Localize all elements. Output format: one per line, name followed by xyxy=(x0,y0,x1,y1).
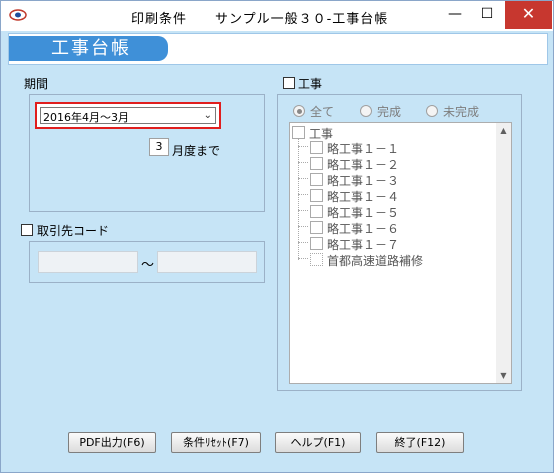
tree-scrollbar[interactable]: ▲ ▼ xyxy=(496,123,511,383)
radio-all[interactable] xyxy=(293,105,305,117)
client-code-to-input[interactable] xyxy=(157,251,257,273)
chevron-down-icon[interactable]: ⌄ xyxy=(204,110,212,121)
close-button[interactable]: ✕ xyxy=(505,1,552,29)
radio-completed[interactable] xyxy=(360,105,372,117)
tree-checkbox[interactable] xyxy=(310,173,323,186)
months-suffix: 月度まで xyxy=(172,144,221,158)
range-tilde: 〜 xyxy=(141,258,155,273)
app-logo-icon xyxy=(9,9,27,21)
period-select-highlight: 2016年4月〜3月 ⌄ xyxy=(35,102,221,129)
print-conditions-window: 印刷条件 サンプル一般３０-工事台帳 — ☐ ✕ 工事台帳 期間 2016年4月… xyxy=(0,0,554,473)
tree-item[interactable]: 略工事１－７ xyxy=(310,236,399,252)
tree-root[interactable]: 工事 xyxy=(292,125,333,141)
scroll-down-icon[interactable]: ▼ xyxy=(496,368,511,383)
scroll-up-icon[interactable]: ▲ xyxy=(496,123,511,138)
minimize-button[interactable]: — xyxy=(441,1,469,29)
tree-checkbox[interactable] xyxy=(310,237,323,250)
tree-item-label: 略工事１－５ xyxy=(327,206,400,220)
construction-checkbox[interactable] xyxy=(283,77,295,89)
tree-item-label: 略工事１－４ xyxy=(327,190,400,204)
radio-selected-dot xyxy=(297,109,302,114)
tree-connector xyxy=(298,210,308,211)
client-code-from-input[interactable] xyxy=(38,251,138,273)
tree-item[interactable]: 略工事１－６ xyxy=(310,220,399,236)
tree-connector xyxy=(298,226,308,227)
tree-connector xyxy=(298,258,308,259)
tree-checkbox[interactable] xyxy=(310,205,323,218)
tree-connector xyxy=(298,194,308,195)
tree-item[interactable]: 略工事１－５ xyxy=(310,204,399,220)
tree-connector xyxy=(298,146,308,147)
pdf-output-button[interactable]: PDF出力(F6) xyxy=(68,432,156,453)
period-select-value: 2016年4月〜3月 xyxy=(43,111,129,124)
tree-connector xyxy=(298,162,308,163)
radio-incomplete[interactable] xyxy=(426,105,438,117)
radio-completed-label: 完成 xyxy=(377,105,402,119)
header-band: 工事台帳 xyxy=(8,33,548,65)
tree-root-label: 工事 xyxy=(309,127,334,141)
tree-item[interactable]: 首都高速道路補修 xyxy=(310,252,423,268)
reset-conditions-button[interactable]: 条件ﾘｾｯﾄ(F7) xyxy=(171,432,261,453)
tree-connector xyxy=(298,178,308,179)
tree-item-label: 略工事１－２ xyxy=(327,158,400,172)
tree-item-label: 略工事１－６ xyxy=(327,222,400,236)
months-spin-input[interactable]: 3 xyxy=(149,138,169,156)
tree-item[interactable]: 略工事１－１ xyxy=(310,140,399,156)
tree-leaf-marker xyxy=(310,253,323,266)
tree-checkbox[interactable] xyxy=(310,141,323,154)
window-title: 印刷条件 サンプル一般３０-工事台帳 xyxy=(131,12,389,27)
tree-checkbox[interactable] xyxy=(310,189,323,202)
tree-checkbox[interactable] xyxy=(310,157,323,170)
title-bar: 印刷条件 サンプル一般３０-工事台帳 — ☐ ✕ xyxy=(1,1,553,31)
tree-item[interactable]: 略工事１－２ xyxy=(310,156,399,172)
construction-label: 工事 xyxy=(298,77,323,91)
maximize-button[interactable]: ☐ xyxy=(473,1,501,29)
page-title: 工事台帳 xyxy=(9,36,168,61)
tree-item[interactable]: 略工事１－３ xyxy=(310,172,399,188)
tree-item-label: 略工事１－１ xyxy=(327,142,400,156)
client-code-label: 取引先コード xyxy=(37,224,110,238)
period-select[interactable]: 2016年4月〜3月 ⌄ xyxy=(40,107,216,124)
construction-tree[interactable]: 工事 略工事１－１ 略工事１－２ 略工事１－３ 略工事１－４ 略工事１－５ 略工… xyxy=(289,122,512,384)
help-button[interactable]: ヘルプ(F1) xyxy=(275,432,361,453)
period-label: 期間 xyxy=(24,77,49,91)
tree-item-label: 首都高速道路補修 xyxy=(327,254,424,268)
radio-all-label: 全て xyxy=(310,105,335,119)
tree-item-label: 略工事１－７ xyxy=(327,238,400,252)
tree-item-label: 略工事１－３ xyxy=(327,174,400,188)
client-code-checkbox[interactable] xyxy=(21,224,33,236)
tree-connector xyxy=(298,242,308,243)
radio-incomplete-label: 未完成 xyxy=(443,105,480,119)
tree-checkbox[interactable] xyxy=(292,126,305,139)
exit-button[interactable]: 終了(F12) xyxy=(376,432,464,453)
tree-item[interactable]: 略工事１－４ xyxy=(310,188,399,204)
tree-checkbox[interactable] xyxy=(310,221,323,234)
